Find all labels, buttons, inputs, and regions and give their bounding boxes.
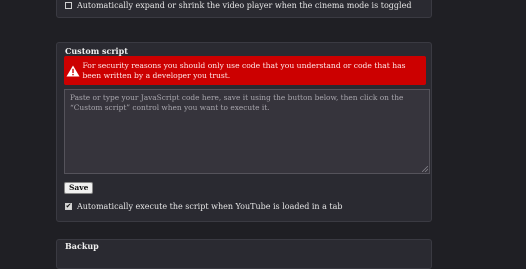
cinema-auto-resize-option[interactable]: Automatically expand or shrink the video…	[65, 1, 411, 10]
cinema-auto-resize-label: Automatically expand or shrink the video…	[77, 1, 412, 10]
resize-grip-icon[interactable]	[422, 166, 428, 172]
autoexec-option[interactable]: ✔ Automatically execute the script when …	[65, 202, 343, 211]
backup-card: Backup	[56, 239, 432, 269]
autoexec-label: Automatically execute the script when Yo…	[77, 202, 343, 211]
custom-script-card: Custom script For security reasons you s…	[56, 42, 432, 222]
custom-script-code-input[interactable]: Paste or type your JavaScript code here,…	[64, 89, 430, 174]
custom-script-title: Custom script	[65, 46, 128, 56]
warning-triangle-icon	[64, 65, 82, 77]
security-warning-banner: For security reasons you should only use…	[64, 56, 426, 85]
autoexec-checkbox[interactable]: ✔	[65, 203, 72, 210]
cinema-settings-card: Automatically expand or shrink the video…	[56, 0, 432, 18]
cinema-auto-resize-checkbox[interactable]	[65, 2, 72, 9]
security-warning-text: For security reasons you should only use…	[82, 60, 406, 80]
code-input-placeholder: Paste or type your JavaScript code here,…	[70, 93, 404, 112]
save-button[interactable]: Save	[64, 182, 94, 194]
